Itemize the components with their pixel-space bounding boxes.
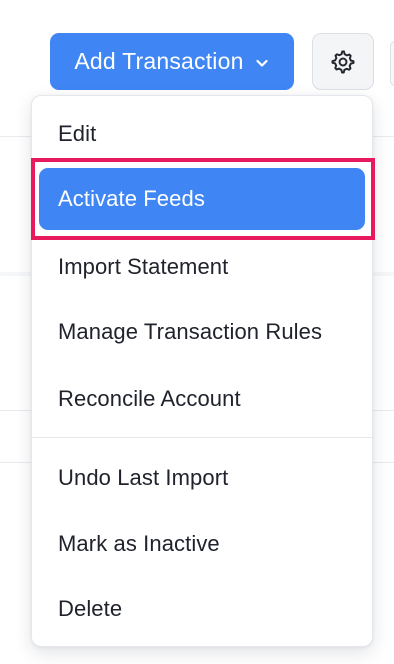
menu-item-reconcile-account[interactable]: Reconcile Account: [32, 373, 372, 425]
menu-item-label: Mark as Inactive: [58, 531, 220, 556]
add-transaction-label: Add Transaction: [74, 48, 244, 74]
menu-item-label: Manage Transaction Rules: [58, 319, 323, 344]
menu-item-label: Undo Last Import: [58, 465, 229, 490]
menu-item-mark-as-inactive[interactable]: Mark as Inactive: [32, 518, 372, 570]
menu-item-label: Reconcile Account: [58, 386, 241, 411]
menu-item-import-statement[interactable]: Import Statement: [32, 241, 372, 293]
menu-item-label: Delete: [58, 596, 123, 621]
more-actions-button[interactable]: [390, 41, 394, 86]
menu-item-edit[interactable]: Edit: [32, 108, 372, 160]
add-transaction-button[interactable]: Add Transaction: [50, 33, 294, 90]
chevron-down-icon: [254, 55, 270, 71]
menu-item-label: Activate Feeds: [58, 186, 205, 211]
menu-item-undo-last-import[interactable]: Undo Last Import: [32, 452, 372, 504]
menu-item-activate-feeds[interactable]: Activate Feeds: [39, 168, 365, 230]
menu-divider: [32, 437, 372, 438]
add-transaction-dropdown-menu: Edit Activate Feeds Import Statement Man…: [31, 95, 373, 647]
menu-item-manage-transaction-rules[interactable]: Manage Transaction Rules: [32, 306, 372, 358]
settings-button[interactable]: [312, 33, 374, 90]
menu-item-delete[interactable]: Delete: [32, 583, 372, 635]
gear-icon: [330, 49, 356, 75]
menu-item-label: Edit: [58, 121, 97, 146]
menu-item-label: Import Statement: [58, 254, 229, 279]
